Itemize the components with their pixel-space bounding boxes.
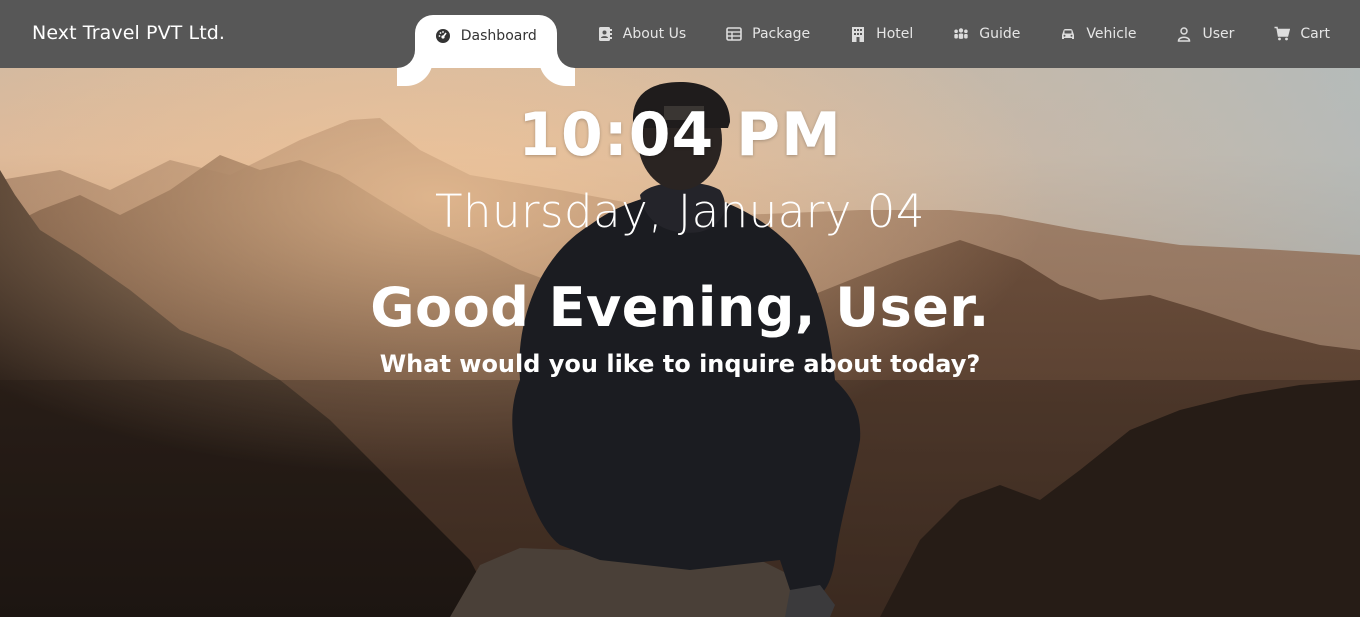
top-navbar: Next Travel PVT Ltd. Dashboard About Us … (0, 0, 1360, 68)
car-icon (1060, 26, 1076, 42)
nav-item-label: Guide (979, 26, 1021, 42)
nav-item-label: About Us (622, 26, 687, 42)
nav-menu: Dashboard About Us Package Hotel Guide V… (414, 0, 1360, 68)
nav-item-label: Dashboard (460, 28, 537, 44)
dashboard-icon (435, 28, 451, 44)
nav-item-cart[interactable]: Cart (1254, 0, 1360, 68)
greeting-subtitle: What would you like to inquire about tod… (379, 350, 981, 378)
users-icon (953, 26, 969, 42)
address-book-icon (597, 26, 613, 42)
brand-name[interactable]: Next Travel PVT Ltd. (32, 22, 225, 44)
nav-item-label: Package (752, 26, 811, 42)
nav-item-hotel[interactable]: Hotel (830, 0, 933, 68)
nav-item-about-us[interactable]: About Us (577, 0, 706, 68)
nav-item-guide[interactable]: Guide (933, 0, 1040, 68)
dashboard-page: Next Travel PVT Ltd. Dashboard About Us … (0, 0, 1360, 617)
building-icon (850, 26, 866, 42)
current-date: Thursday, January 04 (434, 185, 925, 238)
nav-item-vehicle[interactable]: Vehicle (1040, 0, 1156, 68)
nav-item-label: User (1202, 26, 1235, 42)
nav-item-label: Cart (1300, 26, 1330, 42)
user-icon (1176, 26, 1192, 42)
current-time: 10:04 PM (518, 100, 842, 170)
table-icon (726, 26, 742, 42)
greeting-heading: Good Evening, User. (370, 276, 990, 339)
nav-item-package[interactable]: Package (706, 0, 830, 68)
nav-item-label: Vehicle (1086, 26, 1137, 42)
cart-icon (1274, 26, 1291, 42)
nav-item-user[interactable]: User (1156, 0, 1254, 68)
nav-item-dashboard[interactable]: Dashboard (414, 15, 557, 68)
nav-item-label: Hotel (876, 26, 914, 42)
